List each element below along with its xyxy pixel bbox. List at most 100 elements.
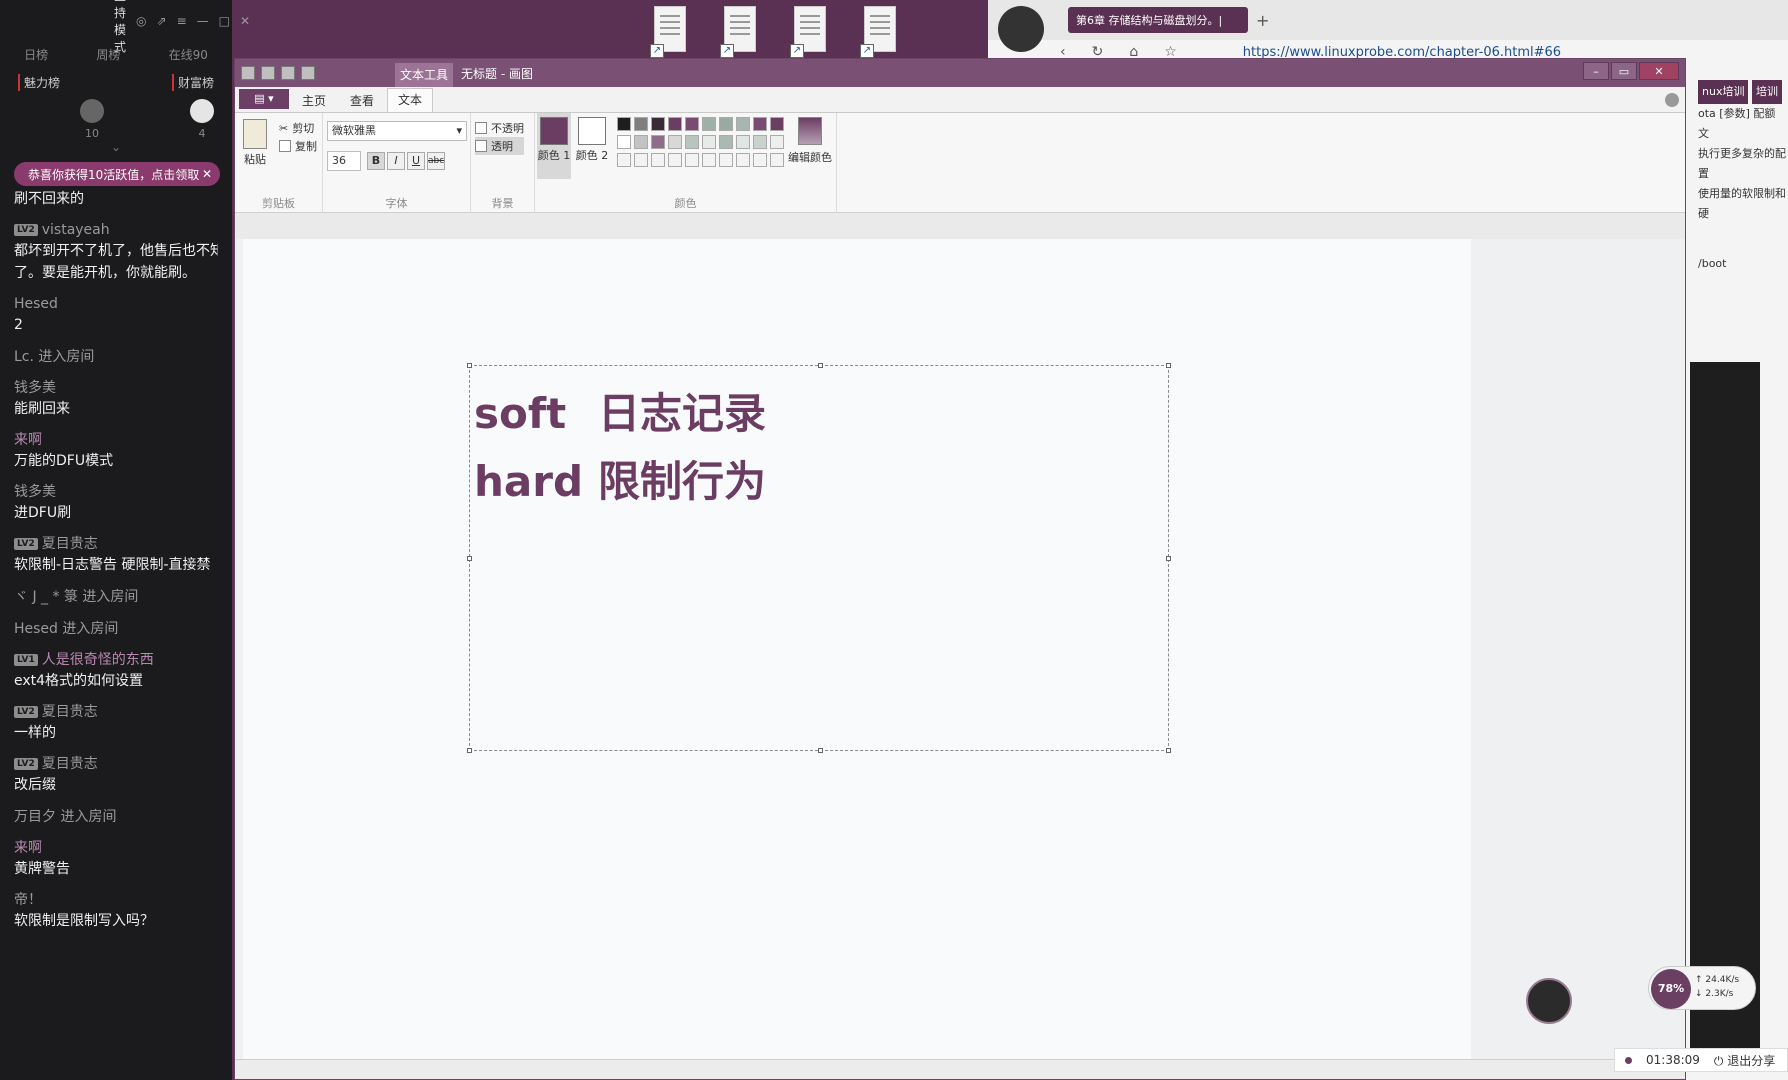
color-swatch[interactable] — [617, 153, 631, 167]
color-swatch[interactable] — [702, 117, 716, 131]
chat-username[interactable]: LV2 夏目贵志 — [14, 702, 218, 722]
color-swatch[interactable] — [668, 135, 682, 149]
text-box[interactable]: soft 日志记录 hard 限制行为 — [467, 363, 1171, 753]
wealth-rank-label[interactable]: 财富榜 — [171, 74, 214, 91]
help-icon[interactable] — [1665, 93, 1679, 107]
color-swatch[interactable] — [651, 153, 665, 167]
resize-handle[interactable] — [1166, 556, 1171, 561]
tab-view[interactable]: 查看 — [339, 90, 385, 112]
desktop-shortcut-icon[interactable]: ↗ — [858, 6, 902, 58]
undo-icon[interactable] — [281, 66, 295, 80]
resize-handle[interactable] — [818, 748, 823, 753]
minimize-button[interactable]: – — [1583, 62, 1609, 80]
browser-tab[interactable]: 第6章 存储结构与磁盘划分。| — [1068, 7, 1248, 33]
chat-username[interactable]: Hesed — [14, 294, 218, 314]
paint-app-icon[interactable] — [241, 66, 255, 80]
italic-button[interactable]: I — [387, 152, 405, 170]
color-swatch[interactable] — [753, 135, 767, 149]
menu-icon[interactable]: ≡ — [177, 14, 187, 28]
color-swatch[interactable] — [736, 135, 750, 149]
redo-icon[interactable] — [301, 66, 315, 80]
chat-username[interactable]: 钱多美 — [14, 378, 218, 398]
color-swatch[interactable] — [668, 153, 682, 167]
color-swatch[interactable] — [719, 135, 733, 149]
bold-button[interactable]: B — [367, 152, 385, 170]
chat-username[interactable]: 来啊 — [14, 430, 218, 450]
color-swatch[interactable] — [651, 117, 665, 131]
file-menu-button[interactable]: ▤ ▾ — [239, 89, 289, 109]
color-swatch[interactable] — [685, 153, 699, 167]
tab-daily[interactable]: 日榜 — [24, 46, 48, 63]
nav-link[interactable]: 培训 — [1751, 80, 1782, 104]
color-swatch[interactable] — [736, 153, 750, 167]
color-swatch[interactable] — [753, 117, 767, 131]
paste-button[interactable]: 粘贴 — [243, 119, 267, 167]
edit-colors-button[interactable]: 编辑颜色 — [787, 117, 833, 165]
exit-share-button[interactable]: ⏻ 退出分享 — [1714, 1052, 1775, 1069]
chevron-down-icon[interactable]: ⌄ — [0, 140, 232, 156]
resize-handle[interactable] — [467, 363, 472, 368]
charm-rank-label[interactable]: 魅力榜 — [18, 74, 60, 91]
chat-username[interactable]: 钱多美 — [14, 482, 218, 502]
resize-handle[interactable] — [1166, 363, 1171, 368]
copy-button[interactable]: 复制 — [279, 137, 317, 155]
save-icon[interactable] — [261, 66, 275, 80]
new-tab-icon[interactable]: + — [1256, 11, 1269, 30]
desktop-shortcut-icon[interactable]: ↗ — [788, 6, 832, 58]
strikethrough-button[interactable]: abc — [427, 152, 445, 170]
color-swatch[interactable] — [719, 117, 733, 131]
rank-user[interactable]: 10 — [80, 99, 104, 140]
transparent-button[interactable]: 透明 — [475, 137, 524, 155]
tab-home[interactable]: 主页 — [291, 90, 337, 112]
tab-weekly[interactable]: 周榜 — [96, 46, 120, 63]
chat-username[interactable]: LV1 人是很奇怪的东西 — [14, 650, 218, 670]
tab-text[interactable]: 文本 — [387, 88, 433, 112]
color-swatch[interactable] — [770, 153, 784, 167]
opaque-button[interactable]: 不透明 — [475, 119, 524, 137]
color-swatch[interactable] — [685, 117, 699, 131]
close-icon[interactable]: ✕ — [202, 167, 212, 181]
resize-handle[interactable] — [467, 556, 472, 561]
resize-handle[interactable] — [467, 748, 472, 753]
tab-online[interactable]: 在线90 — [169, 46, 208, 63]
settings-icon[interactable]: ◎ — [136, 14, 146, 28]
color-swatch[interactable] — [770, 117, 784, 131]
resize-handle[interactable] — [1166, 748, 1171, 753]
desktop-shortcut-icon[interactable]: ↗ — [648, 6, 692, 58]
maximize-button[interactable]: ▭ — [1611, 62, 1637, 80]
chat-username[interactable]: LV2 夏目贵志 — [14, 754, 218, 774]
color-swatch[interactable] — [770, 135, 784, 149]
share-icon[interactable]: ⇗ — [157, 14, 167, 28]
color-swatch[interactable] — [736, 117, 750, 131]
color-swatch[interactable] — [651, 135, 665, 149]
chat-username[interactable]: LV2 夏目贵志 — [14, 534, 218, 554]
chat-username[interactable]: 帝！ — [14, 890, 218, 910]
color-swatch[interactable] — [617, 117, 631, 131]
color-swatch[interactable] — [634, 153, 648, 167]
color-swatch[interactable] — [668, 117, 682, 131]
nav-link[interactable]: nux培训 — [1698, 80, 1749, 104]
color-swatch[interactable] — [634, 117, 648, 131]
color1-button[interactable]: 颜色 1 — [537, 113, 571, 179]
desktop-shortcut-icon[interactable]: ↗ — [718, 6, 762, 58]
color-swatch[interactable] — [753, 153, 767, 167]
rank-user[interactable]: 4 — [190, 99, 214, 140]
color-swatch[interactable] — [719, 153, 733, 167]
font-size-select[interactable]: 36 — [327, 151, 361, 171]
maximize-icon[interactable]: □ — [219, 14, 230, 28]
color-swatch[interactable] — [617, 135, 631, 149]
color-swatch[interactable] — [702, 135, 716, 149]
font-family-select[interactable]: 微软雅黑 ▾ — [327, 121, 467, 141]
chat-username[interactable]: LV2 vistayeah — [14, 220, 218, 240]
minimize-icon[interactable]: — — [197, 14, 209, 28]
underline-button[interactable]: U — [407, 152, 425, 170]
color-swatch[interactable] — [702, 153, 716, 167]
color2-button[interactable]: 颜色 2 — [575, 113, 609, 163]
drawing-canvas[interactable]: soft 日志记录 hard 限制行为 — [243, 239, 1471, 1069]
chat-username[interactable]: 来啊 — [14, 838, 218, 858]
network-speed-widget[interactable]: 78% ↑ 24.4K/s ↓ 2.3K/s — [1648, 966, 1756, 1010]
close-icon[interactable]: ✕ — [240, 14, 250, 28]
color-swatch[interactable] — [634, 135, 648, 149]
color-swatch[interactable] — [685, 135, 699, 149]
reward-notice[interactable]: 恭喜你获得10活跃值，点击领取 ✕ — [14, 162, 220, 186]
